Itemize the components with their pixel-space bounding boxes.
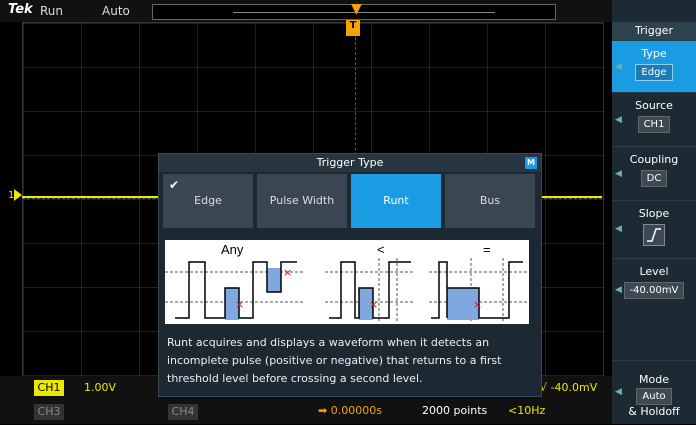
ch1-ground-marker[interactable]: 1	[8, 189, 23, 201]
trigger-description: Runt acquires and displays a waveform wh…	[167, 336, 502, 385]
runt-diagram: Any × × < × = ×	[165, 242, 529, 322]
trigger-mode-button[interactable]: ◀ Mode Auto & Holdoff	[612, 360, 696, 425]
side-menu-header: Trigger	[612, 22, 696, 40]
arrow-left-icon: ◀	[615, 114, 622, 125]
arrow-left-icon: ◀	[615, 168, 622, 179]
record-length[interactable]: 2000 points	[422, 404, 487, 417]
ch1-badge[interactable]: CH1	[34, 380, 64, 396]
trigger-coupling-button[interactable]: ◀ Coupling DC	[612, 146, 696, 201]
trigger-frequency: <10Hz	[508, 404, 546, 417]
trigger-source-value: CH1	[637, 116, 671, 133]
top-status-bar: Tek Run Auto ▼ ?	[0, 0, 683, 22]
dialog-title: Trigger Type	[159, 154, 541, 172]
trigger-slope-label: Slope	[638, 207, 670, 220]
horizontal-position[interactable]: ➡ 0.00000s	[318, 404, 382, 417]
trigger-type-tabs: ✔ Edge Pulse Width Runt Bus	[163, 174, 539, 228]
trigger-type-value: Edge	[635, 64, 673, 81]
arrow-left-icon: ◀	[615, 386, 622, 397]
trigger-coupling-label: Coupling	[629, 153, 679, 166]
runt-pulse-fill	[267, 268, 281, 292]
trigger-level-readout[interactable]: √ -40.0mV	[540, 381, 597, 394]
ch4-badge[interactable]: CH4	[168, 404, 198, 420]
trigger-type-label: Type	[641, 47, 667, 60]
label-less-than: <	[377, 242, 385, 257]
arrow-left-icon: ◀	[615, 285, 622, 295]
tab-bus[interactable]: Bus	[445, 174, 535, 228]
rising-slope-icon	[643, 224, 665, 246]
tab-runt-label: Runt	[383, 194, 409, 207]
label-equal: =	[483, 242, 491, 257]
trigger-position-icon: ▼	[351, 1, 362, 17]
runt-illustration: Any × × < × = ×	[165, 240, 529, 324]
record-line	[233, 12, 495, 13]
trigger-mode-label: Mode	[639, 373, 669, 386]
arrow-right-icon: ➡	[318, 404, 328, 417]
trigger-holdoff-label: & Holdoff	[628, 405, 680, 418]
record-view: ▼	[152, 1, 556, 20]
run-state[interactable]: Run	[40, 4, 63, 18]
trigger-point-marker[interactable]: T	[346, 20, 360, 36]
tab-bus-label: Bus	[479, 194, 501, 207]
trigger-coupling-value: DC	[640, 170, 668, 187]
trigger-mode-value: Auto	[636, 388, 672, 405]
checkmark-icon: ✔	[169, 178, 180, 192]
tab-pulse-width-label: Pulse Width	[269, 194, 335, 207]
ch3-badge[interactable]: CH3	[34, 404, 64, 420]
cross-marker: ×	[369, 298, 378, 311]
trigger-source-label: Source	[635, 99, 673, 112]
cross-marker: ×	[283, 266, 292, 279]
tab-pulse-width[interactable]: Pulse Width	[257, 174, 347, 228]
arrow-left-icon: ◀	[615, 61, 622, 72]
acquisition-mode[interactable]: Auto	[102, 4, 130, 18]
trigger-source-button[interactable]: ◀ Source CH1	[612, 92, 696, 147]
ch1-scale[interactable]: 1.00V	[84, 381, 116, 394]
trigger-level-label: Level	[639, 265, 669, 278]
trigger-level-button[interactable]: ◀ Level -40.00mV	[612, 258, 696, 361]
trigger-side-menu: Trigger ◀ Type Edge ◀ Source CH1 ◀ Coupl…	[612, 0, 696, 424]
trigger-type-button[interactable]: ◀ Type Edge	[612, 40, 696, 93]
menu-badge: M	[525, 157, 537, 169]
brand-logo: Tek	[8, 2, 33, 17]
arrow-left-icon: ◀	[615, 224, 622, 235]
horizontal-position-value: 0.00000s	[330, 404, 382, 417]
trigger-slope-button[interactable]: ◀ Slope	[612, 200, 696, 259]
tab-edge[interactable]: ✔ Edge	[163, 174, 253, 228]
tab-runt[interactable]: Runt	[351, 174, 441, 228]
tab-edge-label: Edge	[194, 194, 222, 207]
trigger-level-readout-value: -40.0mV	[550, 381, 598, 394]
trigger-level-value: -40.00mV	[623, 282, 685, 299]
cross-marker: ×	[473, 298, 482, 311]
label-any: Any	[221, 242, 244, 257]
trigger-type-dialog: Trigger Type M ✔ Edge Pulse Width Runt B…	[158, 153, 542, 397]
cross-marker: ×	[235, 298, 244, 311]
